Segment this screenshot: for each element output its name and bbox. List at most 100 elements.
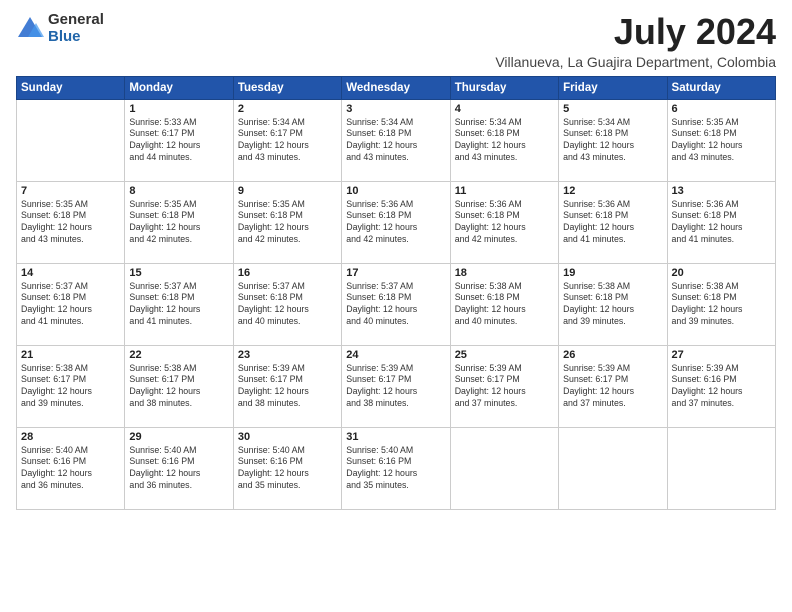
day-info: Sunrise: 5:39 AM Sunset: 6:17 PM Dayligh…: [455, 363, 554, 411]
day-info: Sunrise: 5:36 AM Sunset: 6:18 PM Dayligh…: [563, 199, 662, 247]
day-info: Sunrise: 5:37 AM Sunset: 6:18 PM Dayligh…: [21, 281, 120, 329]
day-number: 18: [455, 267, 554, 279]
calendar-cell: 16Sunrise: 5:37 AM Sunset: 6:18 PM Dayli…: [233, 263, 341, 345]
day-info: Sunrise: 5:40 AM Sunset: 6:16 PM Dayligh…: [346, 445, 445, 493]
day-number: 2: [238, 103, 337, 115]
day-info: Sunrise: 5:36 AM Sunset: 6:18 PM Dayligh…: [455, 199, 554, 247]
calendar-cell: [559, 427, 667, 509]
day-info: Sunrise: 5:36 AM Sunset: 6:18 PM Dayligh…: [346, 199, 445, 247]
weekday-header: Friday: [559, 76, 667, 99]
day-info: Sunrise: 5:34 AM Sunset: 6:17 PM Dayligh…: [238, 117, 337, 165]
weekday-header: Thursday: [450, 76, 558, 99]
day-number: 5: [563, 103, 662, 115]
calendar-cell: 6 Sunrise: 5:35 AM Sunset: 6:18 PM Daylig…: [667, 99, 775, 181]
day-number: 8: [129, 185, 228, 197]
calendar-cell: 27Sunrise: 5:39 AM Sunset: 6:16 PM Dayli…: [667, 345, 775, 427]
day-number: 16: [238, 267, 337, 279]
logo-text: General Blue: [48, 12, 104, 45]
month-year: July 2024: [495, 12, 776, 52]
day-number: 19: [563, 267, 662, 279]
calendar-cell: 24 Sunrise: 5:39 AM Sunset: 6:17 PM Dayli…: [342, 345, 450, 427]
calendar-cell: [667, 427, 775, 509]
calendar-cell: 15 Sunrise: 5:37 AM Sunset: 6:18 PM Dayli…: [125, 263, 233, 345]
calendar-cell: 31 Sunrise: 5:40 AM Sunset: 6:16 PM Dayli…: [342, 427, 450, 509]
day-number: 3: [346, 103, 445, 115]
day-info: Sunrise: 5:34 AM Sunset: 6:18 PM Dayligh…: [455, 117, 554, 165]
weekday-header: Sunday: [17, 76, 125, 99]
day-number: 28: [21, 431, 120, 443]
day-info: Sunrise: 5:34 AM Sunset: 6:18 PM Dayligh…: [563, 117, 662, 165]
day-number: 6: [672, 103, 771, 115]
day-info: Sunrise: 5:38 AM Sunset: 6:17 PM Dayligh…: [129, 363, 228, 411]
day-info: Sunrise: 5:35 AM Sunset: 6:18 PM Dayligh…: [21, 199, 120, 247]
header: General Blue July 2024 Villanueva, La Gu…: [16, 12, 776, 70]
calendar-cell: 14 Sunrise: 5:37 AM Sunset: 6:18 PM Dayli…: [17, 263, 125, 345]
day-number: 20: [672, 267, 771, 279]
day-info: Sunrise: 5:39 AM Sunset: 6:17 PM Dayligh…: [346, 363, 445, 411]
calendar-cell: 2 Sunrise: 5:34 AM Sunset: 6:17 PM Daylig…: [233, 99, 341, 181]
calendar: SundayMondayTuesdayWednesdayThursdayFrid…: [16, 76, 776, 510]
day-number: 22: [129, 349, 228, 361]
calendar-cell: 28 Sunrise: 5:40 AM Sunset: 6:16 PM Dayli…: [17, 427, 125, 509]
calendar-cell: 8Sunrise: 5:35 AM Sunset: 6:18 PM Daylig…: [125, 181, 233, 263]
calendar-cell: 22 Sunrise: 5:38 AM Sunset: 6:17 PM Dayli…: [125, 345, 233, 427]
weekday-header: Saturday: [667, 76, 775, 99]
day-number: 4: [455, 103, 554, 115]
day-number: 23: [238, 349, 337, 361]
calendar-cell: 7 Sunrise: 5:35 AM Sunset: 6:18 PM Daylig…: [17, 181, 125, 263]
calendar-week-row: 7 Sunrise: 5:35 AM Sunset: 6:18 PM Daylig…: [17, 181, 776, 263]
day-info: Sunrise: 5:39 AM Sunset: 6:17 PM Dayligh…: [563, 363, 662, 411]
day-info: Sunrise: 5:38 AM Sunset: 6:18 PM Dayligh…: [563, 281, 662, 329]
day-number: 10: [346, 185, 445, 197]
calendar-cell: [450, 427, 558, 509]
day-info: Sunrise: 5:37 AM Sunset: 6:18 PM Dayligh…: [346, 281, 445, 329]
day-info: Sunrise: 5:40 AM Sunset: 6:16 PM Dayligh…: [238, 445, 337, 493]
calendar-cell: 25 Sunrise: 5:39 AM Sunset: 6:17 PM Dayli…: [450, 345, 558, 427]
weekday-header: Monday: [125, 76, 233, 99]
calendar-week-row: 1Sunrise: 5:33 AM Sunset: 6:17 PM Daylig…: [17, 99, 776, 181]
calendar-week-row: 14 Sunrise: 5:37 AM Sunset: 6:18 PM Dayli…: [17, 263, 776, 345]
day-number: 13: [672, 185, 771, 197]
calendar-cell: 29Sunrise: 5:40 AM Sunset: 6:16 PM Dayli…: [125, 427, 233, 509]
day-info: Sunrise: 5:35 AM Sunset: 6:18 PM Dayligh…: [672, 117, 771, 165]
day-number: 7: [21, 185, 120, 197]
day-number: 25: [455, 349, 554, 361]
calendar-cell: 10 Sunrise: 5:36 AM Sunset: 6:18 PM Dayli…: [342, 181, 450, 263]
logo-icon: [16, 15, 44, 43]
calendar-cell: 30Sunrise: 5:40 AM Sunset: 6:16 PM Dayli…: [233, 427, 341, 509]
logo-blue: Blue: [48, 29, 104, 46]
day-info: Sunrise: 5:33 AM Sunset: 6:17 PM Dayligh…: [129, 117, 228, 165]
day-info: Sunrise: 5:40 AM Sunset: 6:16 PM Dayligh…: [129, 445, 228, 493]
calendar-cell: 17Sunrise: 5:37 AM Sunset: 6:18 PM Dayli…: [342, 263, 450, 345]
calendar-cell: 11Sunrise: 5:36 AM Sunset: 6:18 PM Dayli…: [450, 181, 558, 263]
day-number: 21: [21, 349, 120, 361]
day-number: 9: [238, 185, 337, 197]
weekday-header-row: SundayMondayTuesdayWednesdayThursdayFrid…: [17, 76, 776, 99]
day-number: 14: [21, 267, 120, 279]
day-info: Sunrise: 5:35 AM Sunset: 6:18 PM Dayligh…: [238, 199, 337, 247]
day-number: 31: [346, 431, 445, 443]
day-info: Sunrise: 5:37 AM Sunset: 6:18 PM Dayligh…: [129, 281, 228, 329]
day-info: Sunrise: 5:40 AM Sunset: 6:16 PM Dayligh…: [21, 445, 120, 493]
calendar-cell: 13Sunrise: 5:36 AM Sunset: 6:18 PM Dayli…: [667, 181, 775, 263]
calendar-cell: 4 Sunrise: 5:34 AM Sunset: 6:18 PM Daylig…: [450, 99, 558, 181]
calendar-cell: 20 Sunrise: 5:38 AM Sunset: 6:18 PM Dayli…: [667, 263, 775, 345]
day-info: Sunrise: 5:38 AM Sunset: 6:18 PM Dayligh…: [672, 281, 771, 329]
logo: General Blue: [16, 12, 104, 45]
calendar-week-row: 21 Sunrise: 5:38 AM Sunset: 6:17 PM Dayli…: [17, 345, 776, 427]
calendar-cell: 26Sunrise: 5:39 AM Sunset: 6:17 PM Dayli…: [559, 345, 667, 427]
calendar-cell: [17, 99, 125, 181]
page: General Blue July 2024 Villanueva, La Gu…: [0, 0, 792, 612]
title-block: July 2024 Villanueva, La Guajira Departm…: [495, 12, 776, 70]
day-info: Sunrise: 5:38 AM Sunset: 6:18 PM Dayligh…: [455, 281, 554, 329]
calendar-cell: 9 Sunrise: 5:35 AM Sunset: 6:18 PM Daylig…: [233, 181, 341, 263]
calendar-week-row: 28 Sunrise: 5:40 AM Sunset: 6:16 PM Dayli…: [17, 427, 776, 509]
day-number: 15: [129, 267, 228, 279]
day-info: Sunrise: 5:39 AM Sunset: 6:17 PM Dayligh…: [238, 363, 337, 411]
day-number: 27: [672, 349, 771, 361]
day-info: Sunrise: 5:34 AM Sunset: 6:18 PM Dayligh…: [346, 117, 445, 165]
day-info: Sunrise: 5:38 AM Sunset: 6:17 PM Dayligh…: [21, 363, 120, 411]
day-number: 24: [346, 349, 445, 361]
logo-general: General: [48, 12, 104, 29]
calendar-cell: 1Sunrise: 5:33 AM Sunset: 6:17 PM Daylig…: [125, 99, 233, 181]
